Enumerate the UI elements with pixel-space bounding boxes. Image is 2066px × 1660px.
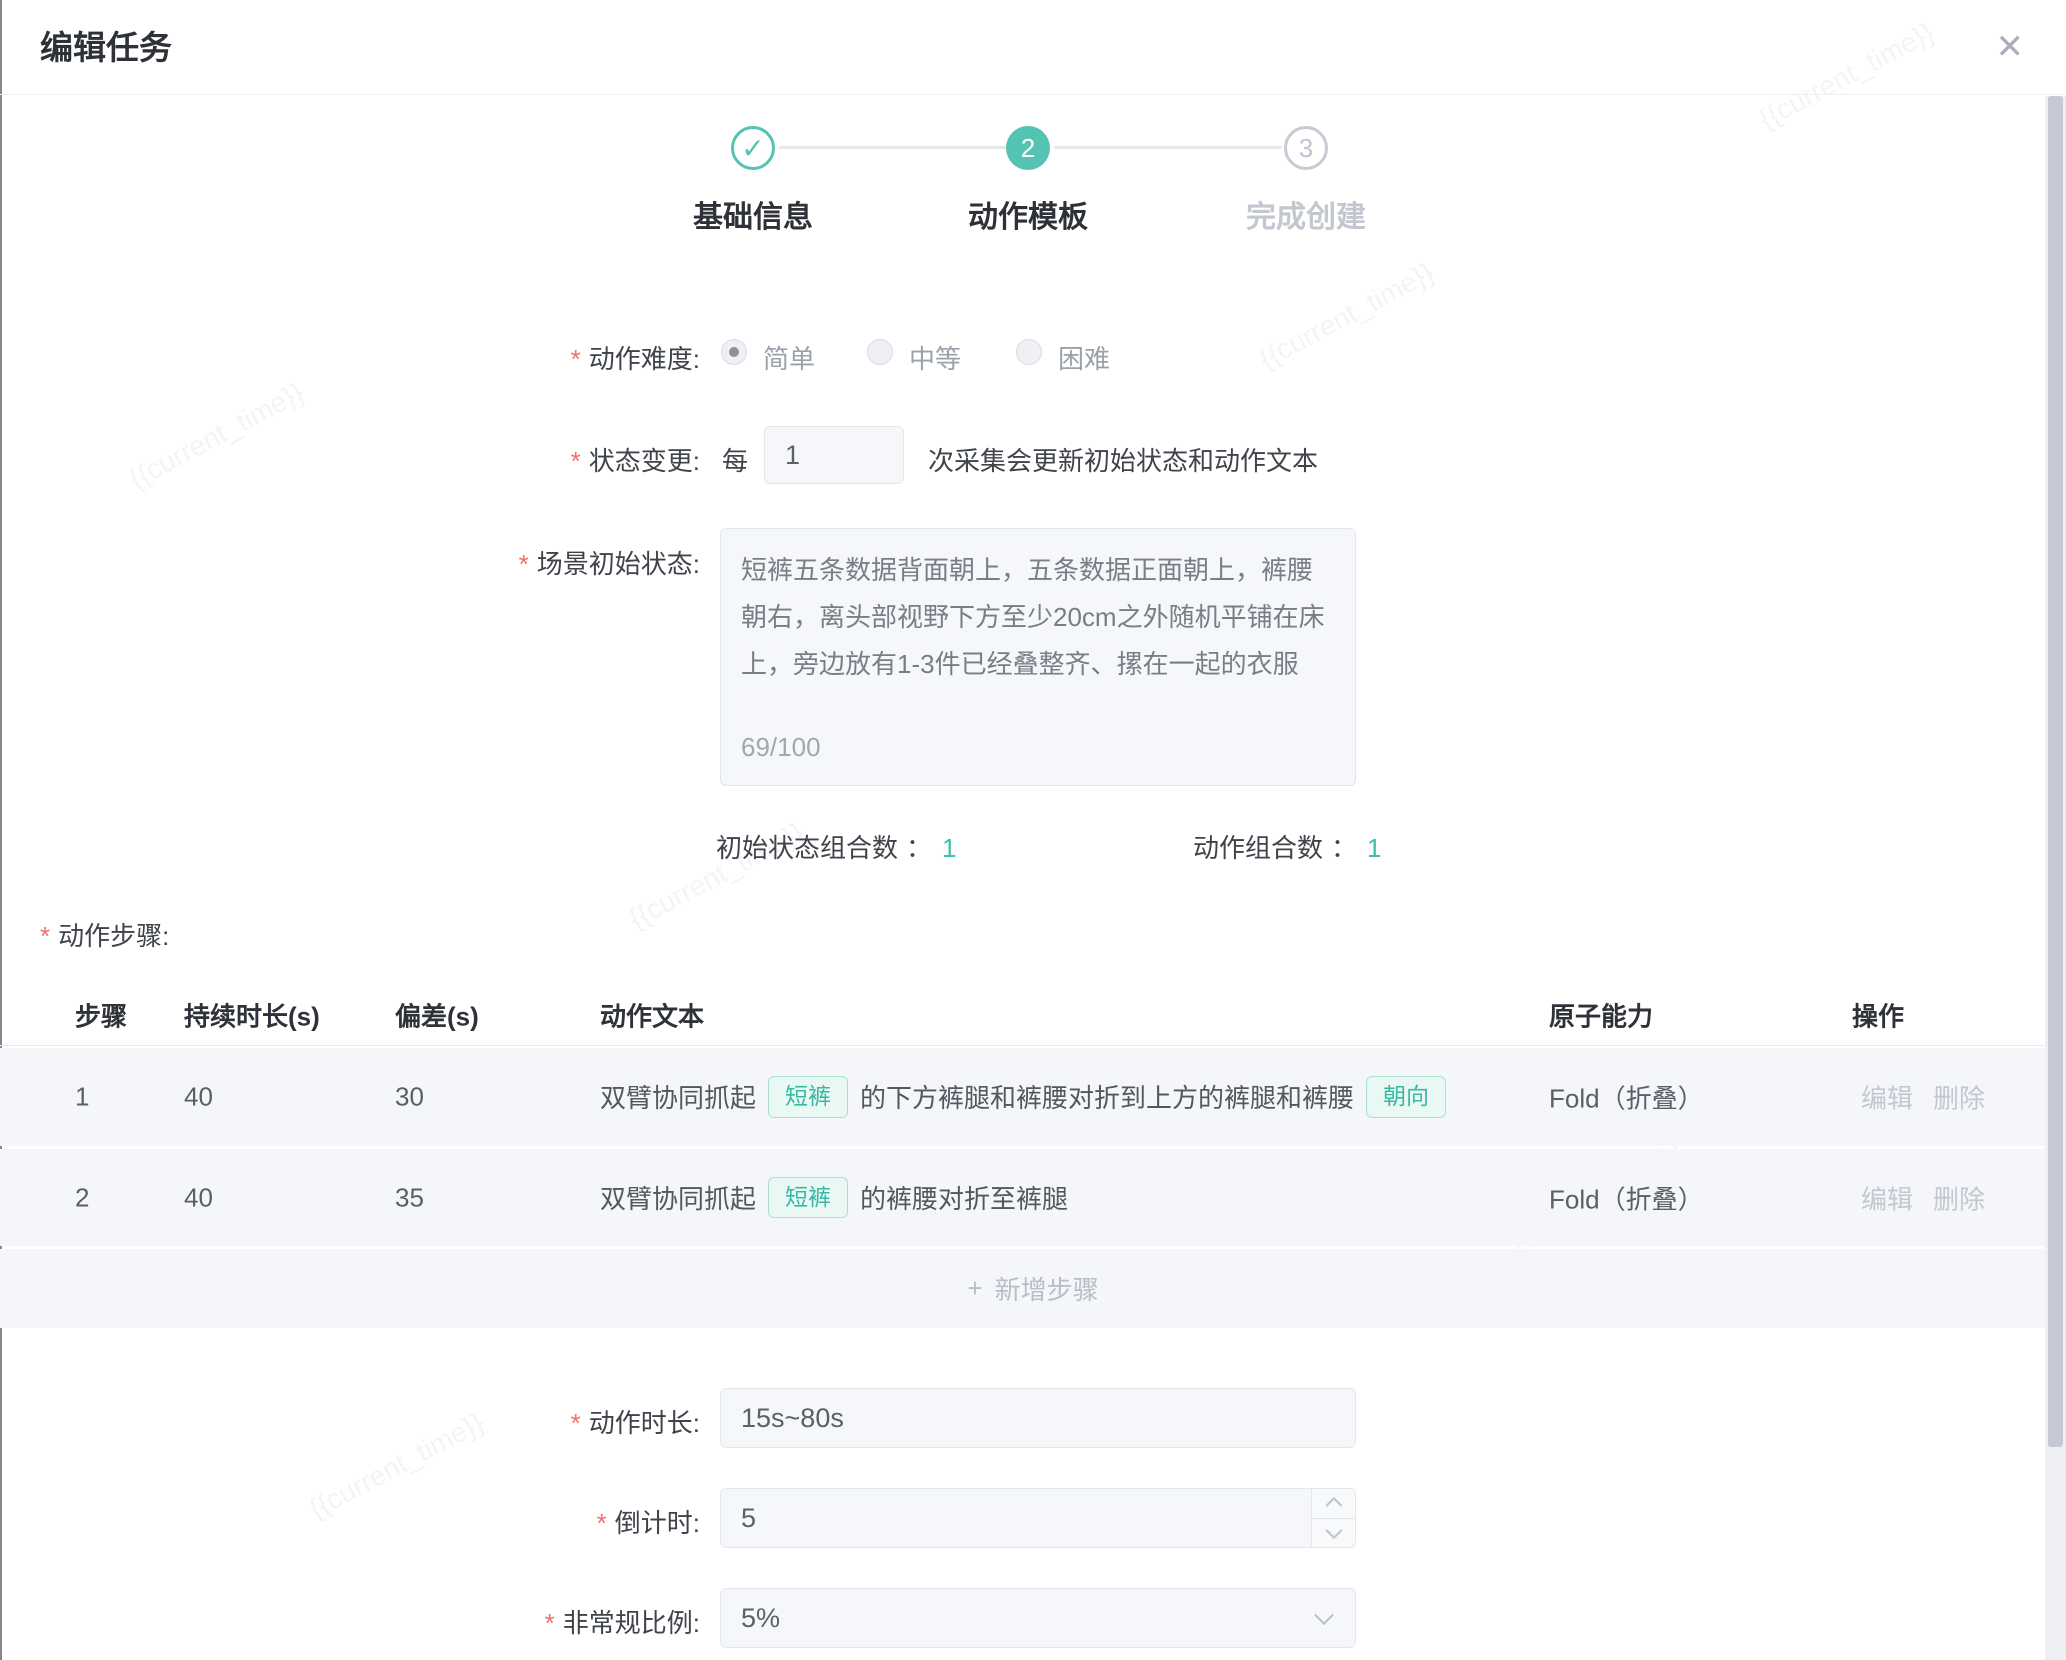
required-asterisk: * (571, 1408, 581, 1438)
state-change-count-input[interactable]: 1 (764, 426, 904, 484)
step-connector (779, 146, 1006, 149)
step-2-indicator: 2 (1006, 126, 1050, 170)
initial-combo-count: 初始状态组合数：1 (716, 828, 957, 865)
col-duration: 持续时长(s) (184, 996, 320, 1033)
cell-ability: Fold（折叠） (1549, 1079, 1704, 1116)
plus-icon: + (967, 1273, 982, 1304)
col-step: 步骤 (75, 996, 127, 1033)
edit-button[interactable]: 编辑 (1861, 1179, 1913, 1216)
col-deviation: 偏差(s) (395, 996, 479, 1033)
step-connector (1054, 146, 1282, 149)
required-asterisk: * (40, 921, 50, 951)
orientation-tag: 朝向 (1366, 1076, 1446, 1118)
state-change-prefix: 每 (722, 441, 748, 478)
edit-task-dialog: {{current_time}} {{current_time}} {{curr… (0, 0, 2066, 1660)
step-1-indicator-check-icon: ✓ (731, 126, 775, 170)
difficulty-radio-hard[interactable] (1016, 339, 1042, 365)
difficulty-radio-simple-label[interactable]: 简单 (763, 339, 815, 376)
initial-state-label: *场景初始状态: (0, 544, 700, 581)
char-counter: 69/100 (741, 724, 821, 771)
delete-button[interactable]: 删除 (1933, 1179, 1985, 1216)
stepper-increase-button[interactable] (1312, 1489, 1355, 1519)
col-operation: 操作 (1852, 996, 1904, 1033)
action-duration-input[interactable]: 15s~80s (720, 1388, 1356, 1448)
initial-state-textarea[interactable]: 短裤五条数据背面朝上，五条数据正面朝上，裤腰朝右，离头部视野下方至少20cm之外… (720, 528, 1356, 786)
stepper-decrease-button[interactable] (1312, 1519, 1355, 1548)
delete-button[interactable]: 删除 (1933, 1079, 1985, 1116)
initial-state-text: 短裤五条数据背面朝上，五条数据正面朝上，裤腰朝右，离头部视野下方至少20cm之外… (741, 547, 1335, 688)
action-combo-count: 动作组合数：1 (1193, 828, 1382, 865)
required-asterisk: * (571, 446, 581, 476)
col-action: 动作文本 (600, 996, 704, 1033)
cell-deviation: 35 (395, 1182, 424, 1213)
countdown-label: *倒计时: (0, 1503, 700, 1540)
state-change-suffix: 次采集会更新初始状态和动作文本 (928, 441, 1318, 478)
col-ability: 原子能力 (1549, 996, 1653, 1033)
step-1-label: 基础信息 (623, 192, 883, 236)
difficulty-radio-hard-label[interactable]: 困难 (1058, 339, 1110, 376)
watermark-text: {{current_time}} (1254, 257, 1439, 376)
chevron-up-icon (1325, 1497, 1342, 1514)
table-row: 1 40 30 双臂协同抓起短裤的下方裤腿和裤腰对折到上方的裤腿和裤腰朝向 Fo… (0, 1048, 2066, 1146)
unusual-ratio-label: *非常规比例: (0, 1603, 700, 1640)
initial-combo-value: 1 (942, 833, 956, 863)
difficulty-radio-medium[interactable] (867, 339, 893, 365)
countdown-input[interactable]: 5 (720, 1488, 1356, 1548)
required-asterisk: * (597, 1508, 607, 1538)
step-3-label: 完成创建 (1176, 192, 1436, 236)
cell-deviation: 30 (395, 1082, 424, 1113)
number-stepper (1311, 1489, 1355, 1547)
difficulty-label: *动作难度: (0, 339, 700, 376)
step-2-label: 动作模板 (898, 192, 1158, 236)
cell-step: 1 (75, 1082, 89, 1113)
cell-action-text: 双臂协同抓起短裤的下方裤腿和裤腰对折到上方的裤腿和裤腰朝向 (600, 1076, 1446, 1118)
dialog-header: 编辑任务 ✕ (0, 0, 2066, 95)
required-asterisk: * (519, 549, 529, 579)
cell-step: 2 (75, 1182, 89, 1213)
difficulty-radio-simple[interactable] (721, 339, 747, 365)
state-change-label: *状态变更: (0, 441, 700, 478)
cell-duration: 40 (184, 1182, 213, 1213)
cell-action-text: 双臂协同抓起短裤的裤腰对折至裤腿 (600, 1177, 1068, 1219)
action-combo-value: 1 (1367, 833, 1381, 863)
required-asterisk: * (571, 344, 581, 374)
edit-button[interactable]: 编辑 (1861, 1079, 1913, 1116)
dialog-title: 编辑任务 (40, 0, 172, 95)
close-icon[interactable]: ✕ (1996, 24, 2025, 72)
object-tag: 短裤 (768, 1177, 848, 1219)
cell-ability: Fold（折叠） (1549, 1179, 1704, 1216)
difficulty-radio-medium-label[interactable]: 中等 (909, 339, 961, 376)
object-tag: 短裤 (768, 1076, 848, 1118)
steps-table-header: 步骤 持续时长(s) 偏差(s) 动作文本 原子能力 操作 (0, 984, 2066, 1046)
chevron-down-icon (1325, 1522, 1342, 1539)
step-3-indicator: 3 (1284, 126, 1328, 170)
scrollbar-track[interactable] (2045, 96, 2066, 1660)
cell-duration: 40 (184, 1082, 213, 1113)
add-step-button[interactable]: + 新增步骤 (0, 1249, 2066, 1328)
action-duration-label: *动作时长: (0, 1403, 700, 1440)
required-asterisk: * (545, 1608, 555, 1638)
unusual-ratio-select[interactable]: 5% (720, 1588, 1356, 1648)
chevron-down-icon (1314, 1605, 1334, 1625)
scrollbar-thumb[interactable] (2048, 96, 2063, 1447)
action-steps-label: *动作步骤: (40, 916, 169, 953)
table-row: 2 40 35 双臂协同抓起短裤的裤腰对折至裤腿 Fold（折叠） 编辑 删除 (0, 1149, 2066, 1246)
